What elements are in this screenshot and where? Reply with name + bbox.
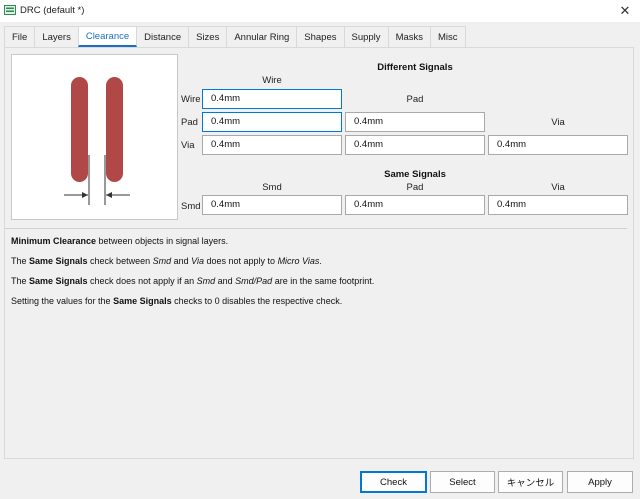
tab-misc[interactable]: Misc [430, 26, 466, 47]
help-line-2: The Same Signals check between Smd and V… [11, 256, 322, 266]
via-pad-clearance-input[interactable]: 0.4mm [345, 135, 485, 155]
tab-distance[interactable]: Distance [136, 26, 190, 47]
tab-annular-ring[interactable]: Annular Ring [226, 26, 298, 47]
pad-wire-clearance-input[interactable]: 0.4mm [202, 112, 342, 132]
row-label-via: Via [181, 140, 195, 151]
close-icon[interactable]: ✕ [620, 3, 631, 19]
via-wire-clearance-input[interactable]: 0.4mm [202, 135, 342, 155]
column-label-smd: Smd [262, 182, 282, 193]
tab-supply[interactable]: Supply [343, 26, 389, 47]
tab-clearance[interactable]: Clearance [77, 26, 138, 47]
tab-sizes[interactable]: Sizes [188, 26, 228, 47]
window-title: DRC (default *) [20, 5, 85, 16]
wire-wire-clearance-input[interactable]: 0.4mm [202, 89, 342, 109]
tab-layers[interactable]: Layers [34, 26, 79, 47]
different-signals-heading: Different Signals [377, 62, 453, 73]
column-label-same-pad: Pad [406, 182, 424, 193]
column-label-wire: Wire [262, 75, 282, 86]
title-bar: DRC (default *) ✕ [0, 0, 640, 22]
tab-shapes[interactable]: Shapes [296, 26, 345, 47]
help-line-3: The Same Signals check does not apply if… [11, 276, 375, 286]
tab-file[interactable]: File [4, 26, 36, 47]
row-label-pad: Pad [181, 117, 198, 128]
help-line-1: Minimum Clearance between objects in sig… [11, 236, 229, 246]
clearance-diagram-icon [64, 77, 130, 205]
row-label-smd: Smd [181, 201, 201, 212]
column-label-same-via: Via [551, 182, 565, 193]
same-signals-heading: Same Signals [384, 169, 446, 180]
tab-bar: File Layers Clearance Distance Sizes Ann… [4, 26, 466, 47]
tab-masks[interactable]: Masks [387, 26, 432, 47]
clearance-preview-image [11, 54, 178, 220]
app-icon [4, 4, 16, 16]
pad-pad-clearance-input[interactable]: 0.4mm [345, 112, 485, 132]
row-label-wire: Wire [181, 94, 201, 105]
smd-pad-clearance-input[interactable]: 0.4mm [345, 195, 485, 215]
help-line-4: Setting the values for the Same Signals … [11, 296, 343, 306]
cancel-button[interactable]: キャンセル [498, 471, 563, 493]
apply-button[interactable]: Apply [567, 471, 633, 493]
column-label-pad: Pad [406, 94, 424, 105]
close-button[interactable]: ✕ [610, 0, 640, 22]
smd-smd-clearance-input[interactable]: 0.4mm [202, 195, 342, 215]
check-button[interactable]: Check [360, 471, 427, 493]
select-button[interactable]: Select [430, 471, 495, 493]
clearance-panel: Different Signals Wire Pad Via Wire Pad … [4, 47, 634, 459]
divider [5, 228, 627, 229]
column-label-via: Via [551, 117, 565, 128]
via-via-clearance-input[interactable]: 0.4mm [488, 135, 628, 155]
smd-via-clearance-input[interactable]: 0.4mm [488, 195, 628, 215]
